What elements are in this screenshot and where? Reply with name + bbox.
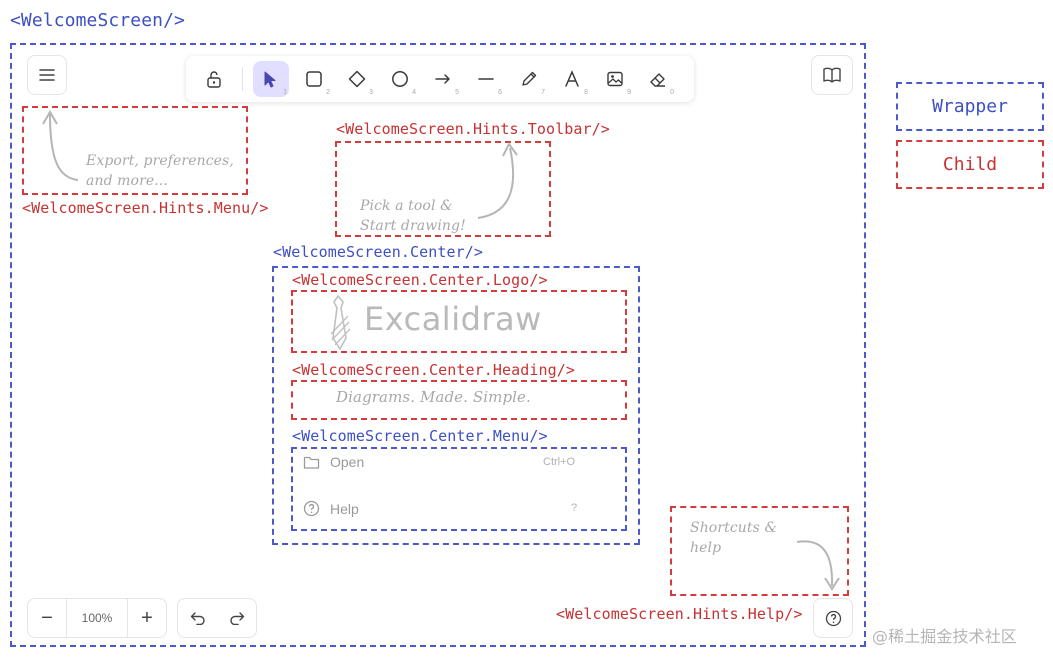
tool-shortcut-key: 4 bbox=[412, 89, 416, 96]
tool-diamond[interactable]: 3 bbox=[339, 61, 375, 97]
main-menu-button[interactable] bbox=[27, 55, 67, 95]
logo-wordmark: Excalidraw bbox=[364, 300, 542, 338]
center-logo-label: <WelcomeScreen.Center.Logo/> bbox=[292, 271, 548, 289]
book-icon bbox=[823, 67, 841, 83]
redo-button[interactable] bbox=[217, 599, 256, 637]
hint-toolbar-text-line1: Pick a tool & bbox=[360, 198, 453, 214]
menu-item-help-shortcut: ? bbox=[571, 502, 578, 514]
center-heading-label: <WelcomeScreen.Center.Heading/> bbox=[292, 361, 576, 379]
tool-draw[interactable]: 7 bbox=[511, 61, 547, 97]
hint-help-arrow bbox=[796, 540, 840, 591]
legend-wrapper: Wrapper bbox=[896, 82, 1044, 131]
tool-shortcut-key: 1 bbox=[283, 89, 287, 96]
tool-shortcut-key: 7 bbox=[541, 89, 545, 96]
question-circle-icon bbox=[825, 610, 841, 626]
tool-selection[interactable]: 1 bbox=[253, 61, 289, 97]
tool-ellipse[interactable]: 4 bbox=[382, 61, 418, 97]
menu-item-open[interactable]: Open bbox=[303, 454, 364, 470]
legend-child-label: Child bbox=[942, 154, 998, 175]
hint-menu-arrow bbox=[42, 110, 79, 181]
undo-icon bbox=[190, 612, 205, 625]
zoom-out-button[interactable]: − bbox=[28, 599, 67, 637]
tool-eraser[interactable]: 0 bbox=[640, 61, 676, 97]
help-button[interactable] bbox=[813, 598, 853, 638]
undo-redo-controls bbox=[177, 598, 257, 638]
help-circle-icon bbox=[303, 500, 320, 517]
center-label: <WelcomeScreen.Center/> bbox=[273, 243, 484, 261]
legend-wrapper-label: Wrapper bbox=[932, 96, 1008, 117]
heading-text: Diagrams. Made. Simple. bbox=[336, 388, 531, 406]
tool-shortcut-key: 2 bbox=[326, 89, 330, 96]
tool-shortcut-key: 8 bbox=[584, 89, 588, 96]
library-button[interactable] bbox=[811, 55, 853, 95]
welcome-screen-label: <WelcomeScreen/> bbox=[10, 10, 185, 31]
legend-child: Child bbox=[896, 140, 1044, 189]
watermark: @稀土掘金技术社区 bbox=[872, 627, 1017, 646]
menu-item-open-shortcut: Ctrl+O bbox=[543, 456, 576, 468]
undo-button[interactable] bbox=[178, 599, 217, 637]
hint-help-text-line2: help bbox=[690, 540, 722, 556]
zoom-in-button[interactable]: + bbox=[127, 599, 166, 637]
center-menu-label: <WelcomeScreen.Center.Menu/> bbox=[292, 427, 548, 445]
tool-line[interactable]: 6 bbox=[468, 61, 504, 97]
unlock-icon bbox=[207, 71, 221, 88]
arrow-icon bbox=[435, 74, 450, 84]
hints-toolbar-label: <WelcomeScreen.Hints.Toolbar/> bbox=[336, 120, 610, 138]
hint-toolbar-arrow bbox=[477, 142, 518, 219]
toolbar-separator bbox=[242, 67, 243, 91]
pointer-icon bbox=[264, 71, 276, 88]
tool-rectangle[interactable]: 2 bbox=[296, 61, 332, 97]
hint-help-text-line1: Shortcuts & bbox=[690, 520, 778, 536]
diamond-icon bbox=[348, 70, 366, 88]
zoom-level[interactable]: 100% bbox=[67, 599, 127, 637]
hint-menu-text-line2: and more... bbox=[86, 173, 168, 189]
image-icon bbox=[607, 71, 623, 87]
hamburger-icon bbox=[39, 69, 55, 81]
eraser-icon bbox=[650, 73, 665, 87]
lock-tool[interactable] bbox=[196, 61, 232, 97]
tool-image[interactable]: 9 bbox=[597, 61, 633, 97]
hint-menu-text-line1: Export, preferences, bbox=[86, 153, 234, 169]
pencil-icon bbox=[522, 71, 537, 86]
folder-icon bbox=[303, 456, 320, 469]
ellipse-icon bbox=[392, 71, 408, 87]
tool-shortcut-key: 5 bbox=[455, 89, 459, 96]
menu-item-help-label: Help bbox=[330, 500, 359, 517]
menu-item-open-label: Open bbox=[330, 454, 365, 470]
toolbar: 1 2 3 4 5 6 7 8 9 0 bbox=[186, 56, 694, 102]
hint-toolbar-text-line2: Start drawing! bbox=[360, 218, 466, 234]
rectangle-icon bbox=[306, 71, 322, 87]
tool-shortcut-key: 3 bbox=[369, 89, 373, 96]
text-icon bbox=[565, 70, 579, 87]
tool-shortcut-key: 6 bbox=[498, 89, 502, 96]
hints-menu-label: <WelcomeScreen.Hints.Menu/> bbox=[22, 199, 269, 217]
tool-text[interactable]: 8 bbox=[554, 61, 590, 97]
zoom-controls: − 100% + bbox=[27, 598, 167, 638]
redo-icon bbox=[229, 612, 244, 625]
line-icon bbox=[478, 78, 494, 80]
tool-shortcut-key: 0 bbox=[670, 89, 674, 96]
excalidraw-logo-icon bbox=[330, 295, 351, 350]
tool-arrow[interactable]: 5 bbox=[425, 61, 461, 97]
hints-help-label: <WelcomeScreen.Hints.Help/> bbox=[556, 605, 803, 623]
tool-shortcut-key: 9 bbox=[627, 89, 631, 96]
menu-item-help[interactable]: Help bbox=[303, 500, 359, 517]
